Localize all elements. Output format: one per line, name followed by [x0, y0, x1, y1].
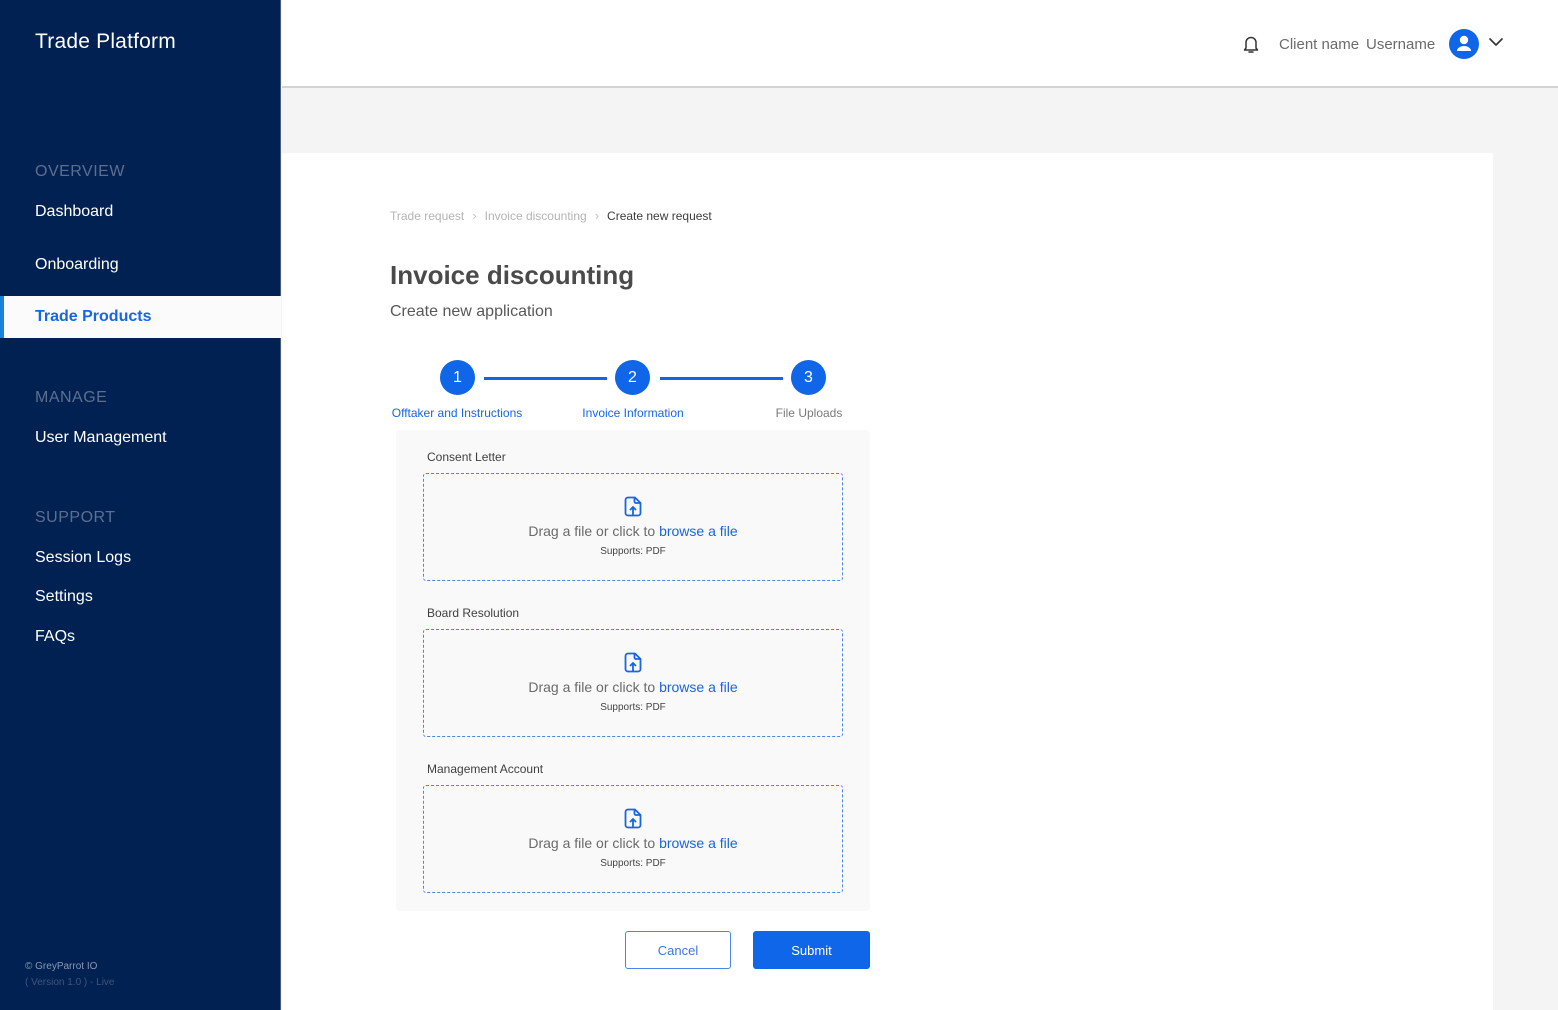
step-3-circle[interactable]: 3 — [791, 360, 826, 395]
sidebar-item-faqs[interactable]: FAQs — [0, 616, 281, 658]
sidebar-section-overview: OVERVIEW — [35, 163, 125, 180]
page-title: Invoice discounting — [390, 260, 635, 290]
sidebar-item-session-logs[interactable]: Session Logs — [0, 537, 281, 579]
sidebar: Trade Platform OVERVIEW Dashboard Onboar… — [0, 0, 281, 1010]
sidebar-item-trade-products[interactable]: Trade Products — [0, 296, 281, 338]
step-3-label: File Uploads — [775, 406, 843, 420]
avatar[interactable] — [1449, 29, 1479, 59]
sidebar-item-settings[interactable]: Settings — [0, 576, 281, 618]
breadcrumb-invoice-discounting[interactable]: Invoice discounting — [485, 209, 587, 223]
step-2-circle[interactable]: 2 — [615, 360, 650, 395]
supported-formats: Supports: PDF — [600, 858, 666, 869]
bell-icon[interactable] — [1242, 34, 1260, 54]
browse-file-link[interactable]: browse a file — [659, 679, 738, 695]
file-upload-icon — [624, 808, 642, 829]
username: Username — [1366, 36, 1436, 53]
main-card: Trade request › Invoice discounting › Cr… — [282, 153, 1493, 1010]
browse-file-link[interactable]: browse a file — [659, 523, 738, 539]
step-1-circle[interactable]: 1 — [440, 360, 475, 395]
sidebar-item-onboarding[interactable]: Onboarding — [0, 244, 281, 286]
breadcrumb-trade-request[interactable]: Trade request — [390, 209, 464, 223]
dropzone-prompt: Drag a file or click to — [528, 679, 660, 695]
copyright-text: © GreyParrot IO — [25, 961, 98, 972]
dropzone-prompt: Drag a file or click to — [528, 835, 660, 851]
sidebar-item-user-management[interactable]: User Management — [0, 417, 281, 459]
dropzone-prompt: Drag a file or click to — [528, 523, 660, 539]
management-account-label: Management Account — [427, 762, 544, 776]
consent-letter-dropzone[interactable]: Drag a file or click to browse a file Su… — [423, 473, 843, 581]
step-2-label[interactable]: Invoice Information — [582, 406, 683, 420]
supported-formats: Supports: PDF — [600, 702, 666, 713]
board-resolution-label: Board Resolution — [427, 606, 520, 620]
cancel-button[interactable]: Cancel — [625, 931, 731, 969]
page-subtitle: Create new application — [390, 303, 553, 320]
submit-button[interactable]: Submit — [753, 931, 870, 969]
step-connector — [484, 377, 607, 380]
user-icon — [1457, 35, 1471, 51]
chevron-right-icon: › — [594, 208, 600, 223]
sidebar-section-manage: MANAGE — [35, 389, 108, 406]
step-connector — [660, 377, 783, 380]
version-text: ( Version 1.0 ) - Live — [25, 977, 115, 988]
breadcrumb-current: Create new request — [607, 208, 712, 223]
supported-formats: Supports: PDF — [600, 546, 666, 557]
board-resolution-dropzone[interactable]: Drag a file or click to browse a file Su… — [423, 629, 843, 737]
management-account-dropzone[interactable]: Drag a file or click to browse a file Su… — [423, 785, 843, 893]
file-upload-panel: Consent Letter Drag a file or click to b… — [396, 430, 870, 911]
file-upload-icon — [624, 652, 642, 673]
top-header: Client name Username — [282, 0, 1558, 88]
app-title: Trade Platform — [35, 30, 176, 53]
sidebar-item-dashboard[interactable]: Dashboard — [0, 191, 281, 233]
step-1-label[interactable]: Offtaker and Instructions — [392, 406, 523, 420]
breadcrumb: Trade request › Invoice discounting › Cr… — [390, 208, 712, 223]
consent-letter-label: Consent Letter — [427, 450, 506, 464]
chevron-right-icon: › — [472, 208, 477, 223]
file-upload-icon — [624, 496, 642, 517]
chevron-down-icon[interactable] — [1488, 36, 1504, 48]
sidebar-section-support: SUPPORT — [35, 509, 116, 526]
client-name: Client name — [1279, 36, 1360, 53]
browse-file-link[interactable]: browse a file — [659, 835, 738, 851]
